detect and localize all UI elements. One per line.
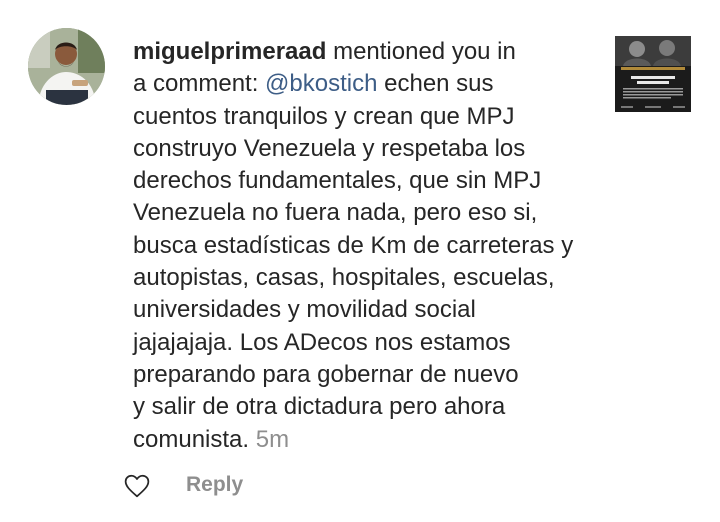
comment-text-start: echen sus	[377, 70, 494, 98]
notification-comment[interactable]: miguelprimeraad mentioned you in a comme…	[133, 36, 603, 456]
comment-line-last: comunista. 5m	[133, 424, 603, 456]
comment-line: y salir de otra dictadura pero ahora	[133, 393, 506, 421]
timestamp: 5m	[255, 425, 290, 453]
comment-line: autopistas, casas, hospitales, escuelas,	[133, 264, 555, 292]
comment-text-end: comunista.	[133, 425, 250, 453]
user-avatar[interactable]	[28, 28, 105, 105]
avatar-photo	[28, 28, 105, 105]
comment-line: Venezuela no fuera nada, pero eso si,	[133, 199, 538, 227]
comment-line: derechos fundamentales, que sin MPJ	[133, 167, 542, 195]
action-text: mentioned you in	[326, 38, 516, 65]
mention-link[interactable]: @bkostich	[265, 70, 377, 97]
comment-line-1: miguelprimeraad mentioned you in	[133, 36, 603, 68]
comment-line: busca estadísticas de Km de carreteras y	[133, 231, 574, 259]
comment-prefix: a comment:	[133, 70, 266, 98]
comment-line: universidades y movilidad social	[133, 296, 476, 324]
heart-outline-icon[interactable]	[124, 474, 150, 498]
comment-line: jajajajaja. Los ADecos nos estamos	[133, 328, 511, 356]
username-link[interactable]: miguelprimeraad	[133, 38, 326, 65]
comment-line: cuentos tranquilos y crean que MPJ	[133, 102, 515, 130]
post-thumbnail[interactable]	[615, 36, 691, 112]
comment-line: preparando para gobernar de nuevo	[133, 360, 519, 388]
comment-line: construyo Venezuela y respetaba los	[133, 134, 526, 162]
comment-line-2: a comment: @bkostich echen sus	[133, 68, 603, 100]
reply-button[interactable]: Reply	[186, 473, 243, 497]
post-thumbnail-image	[615, 36, 691, 112]
